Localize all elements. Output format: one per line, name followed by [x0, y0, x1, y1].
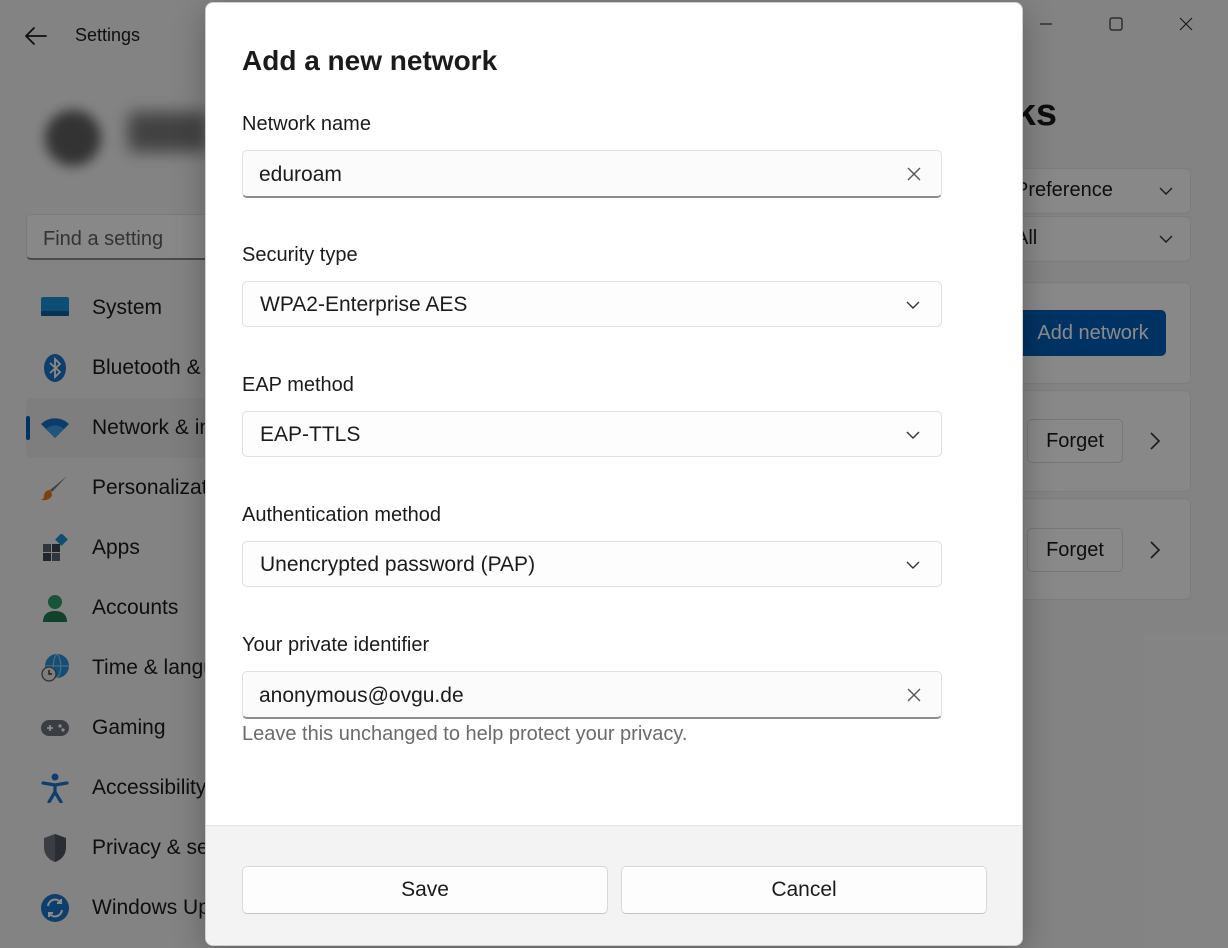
eap-method-select[interactable]: EAP-TTLS — [242, 411, 942, 457]
security-type-label: Security type — [242, 244, 358, 266]
clear-icon[interactable] — [905, 165, 923, 183]
private-id-field[interactable]: anonymous@ovgu.de — [242, 671, 942, 719]
chevron-down-icon — [906, 561, 920, 569]
network-name-value: eduroam — [259, 163, 342, 186]
eap-method-value: EAP-TTLS — [260, 423, 361, 446]
security-type-value: WPA2-Enterprise AES — [260, 293, 468, 316]
save-button[interactable]: Save — [242, 866, 608, 914]
dialog-footer: Save Cancel — [206, 825, 1022, 945]
auth-method-label: Authentication method — [242, 504, 442, 526]
private-id-helper: Leave this unchanged to help protect you… — [242, 723, 688, 745]
security-type-select[interactable]: WPA2-Enterprise AES — [242, 281, 942, 327]
clear-icon[interactable] — [905, 686, 923, 704]
add-network-dialog: Add a new network Network name eduroam S… — [205, 2, 1023, 946]
auth-method-value: Unencrypted password (PAP) — [260, 553, 536, 576]
eap-method-label: EAP method — [242, 374, 354, 396]
auth-method-select[interactable]: Unencrypted password (PAP) — [242, 541, 942, 587]
private-id-label: Your private identifier — [242, 634, 430, 656]
dialog-title: Add a new network — [242, 45, 498, 76]
private-id-value: anonymous@ovgu.de — [259, 684, 464, 707]
cancel-button[interactable]: Cancel — [621, 866, 987, 914]
network-name-label: Network name — [242, 113, 371, 135]
chevron-down-icon — [906, 301, 920, 309]
chevron-down-icon — [906, 431, 920, 439]
network-name-field[interactable]: eduroam — [242, 150, 942, 198]
